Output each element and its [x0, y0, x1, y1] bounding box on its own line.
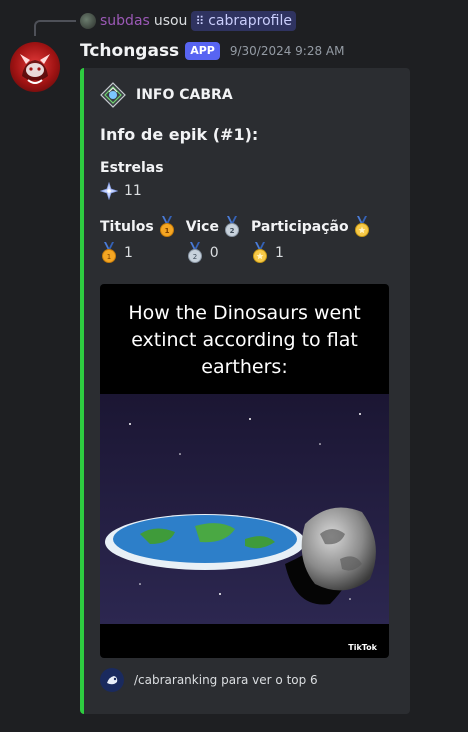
svg-text:1: 1: [164, 227, 169, 235]
sparkle-star-icon: [100, 182, 118, 200]
gold-medal-1-icon: 1: [159, 216, 174, 237]
author-username[interactable]: Tchongass: [80, 41, 179, 61]
footer-text: /cabraranking para ver o top 6: [134, 673, 318, 687]
field-name-estrelas: Estrelas: [100, 160, 164, 176]
field-estrelas: Estrelas 11: [100, 160, 164, 200]
field-participacao: Participação 1: [251, 216, 371, 264]
svg-text:2: 2: [193, 253, 197, 261]
field-titulos: Titulos 1 1 1: [100, 216, 176, 264]
slash-command-icon: ⠿: [195, 14, 205, 28]
footer-bot-icon: [100, 668, 124, 692]
field-name-vice: Vice: [185, 219, 219, 235]
gold-medal-1-icon: 1: [102, 242, 116, 263]
field-value-vice: 0: [209, 245, 219, 261]
embed-footer: /cabraranking para ver o top 6: [100, 668, 318, 692]
flat-earth-asteroid-image: [100, 394, 389, 624]
app-badge: APP: [185, 42, 220, 60]
svg-text:2: 2: [230, 227, 235, 235]
field-value-titulos: 1: [124, 245, 133, 261]
embed-author: INFO CABRA: [100, 82, 233, 108]
command-name: cabraprofile: [208, 13, 292, 29]
slash-command-pill[interactable]: ⠿ cabraprofile: [191, 11, 296, 31]
embed-image-meme[interactable]: How the Dinosaurs went extinct according…: [100, 284, 389, 658]
tiktok-watermark: TikTok: [348, 643, 377, 652]
message-timestamp[interactable]: 9/30/2024 9:28 AM: [230, 44, 345, 58]
silver-medal-2-icon: 2: [224, 216, 239, 237]
reply-verb: usou: [153, 13, 188, 29]
reply-user-avatar[interactable]: [80, 13, 96, 29]
embed-author-name: INFO CABRA: [136, 87, 233, 103]
participation-medal-icon: [252, 242, 267, 263]
reply-connector: [34, 20, 76, 36]
participation-medal-icon: [354, 216, 369, 237]
field-name-titulos: Titulos: [100, 219, 154, 235]
reply-username[interactable]: subdas: [100, 13, 150, 29]
field-name-participacao: Participação: [250, 219, 349, 235]
discord-message-view: subdas usou ⠿ cabraprofile Tchongass APP…: [0, 0, 468, 732]
silver-medal-2-icon: 2: [187, 242, 202, 263]
svg-text:1: 1: [107, 253, 111, 261]
embed-card: INFO CABRA Info de epik (#1): Estrelas 1…: [80, 68, 410, 714]
field-value-estrelas: 11: [124, 183, 142, 199]
meme-caption: How the Dinosaurs went extinct according…: [128, 302, 361, 378]
message-header: Tchongass APP 9/30/2024 9:28 AM: [80, 40, 345, 62]
field-value-participacao: 1: [274, 245, 284, 261]
cabra-emblem-icon: [100, 82, 126, 108]
embed-title: Info de epik (#1):: [100, 125, 259, 144]
goat-logo-icon: [20, 54, 50, 84]
field-vice: Vice 2 2 0: [186, 216, 241, 264]
reply-context[interactable]: subdas usou ⠿ cabraprofile: [80, 10, 296, 32]
medal-fields: Titulos 1 1 1 Vice 2 2 0 Participação 1: [100, 216, 381, 264]
bot-avatar[interactable]: [10, 42, 60, 92]
